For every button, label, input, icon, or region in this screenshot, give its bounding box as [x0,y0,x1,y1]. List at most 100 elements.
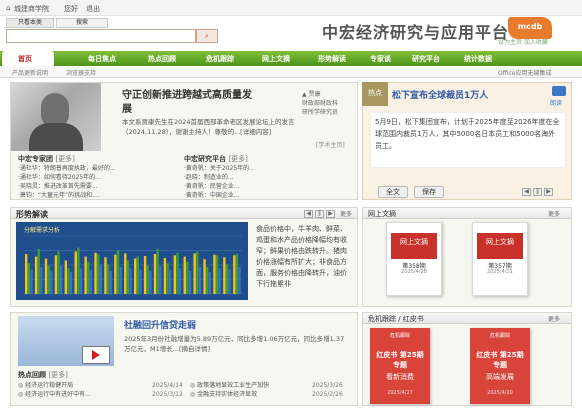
home-icon[interactable]: ⌂ [6,4,10,12]
search-icon[interactable]: ⌕ [196,29,218,43]
chart-bar [60,265,63,294]
chart-bar [37,248,40,294]
expert-more-link[interactable]: [更多] [55,155,74,163]
nav-situation[interactable]: 形势解读 [318,54,346,64]
list-item[interactable]: ·通社华：如何看待2025年的... [18,173,178,182]
chart-bar [156,248,159,294]
feature-title-2[interactable]: 展 [122,100,132,115]
header-sublinks[interactable]: 设为主页 加入收藏 [498,37,548,46]
chart-bar [196,251,199,294]
platform-title: 中宏经济研究与应用平台 [322,23,510,42]
crisis-book-2[interactable]: 危机跟踪 红皮书 第25期 专题 高端发展 2025/4/20 [470,328,530,404]
digest-more-link[interactable]: 更多 [548,209,560,218]
nav-online-digest[interactable]: 网上文摘 [262,54,290,64]
site-link[interactable]: 城建商学院 [14,4,49,14]
chart-bar [89,269,93,294]
chart-bar [206,266,209,294]
hot-more-link[interactable]: [更多] [48,371,67,379]
list-item[interactable]: ◎ 金融支持实体经济显效 2025/2/26 [190,390,350,399]
book-badge: 危机跟踪 [489,333,510,339]
nav-home[interactable]: 首页 [18,54,32,64]
chart-bar [124,253,127,294]
crisis-more-link[interactable]: 更多 [548,314,560,323]
trend-pause-icon[interactable]: ‖ [315,210,324,218]
chart-bar [69,272,73,294]
book-date: 2025/4/20 [487,390,513,396]
chart-bar [143,255,147,294]
trend-chart: 分解需求分析 [16,222,248,300]
list-item[interactable]: ·通社华：特朗普再度执政，最好的... [18,164,178,173]
feature-title[interactable]: 守正创新推进跨越式高质量发 [122,86,252,101]
logout-link[interactable]: 退出 [86,4,100,14]
nav-statistics[interactable]: 统计数据 [464,54,492,64]
crisis-book-1[interactable]: 危机跟踪 红皮书 第25期 专题 看新消费 2025/4/27 [370,328,430,404]
chart-bar [225,264,229,294]
chart-bar [228,269,231,294]
audio-icon[interactable] [552,86,566,96]
read-aloud-label[interactable]: 朗读 [550,98,562,107]
platform-list-title: 中宏研究平台 [更多] [184,155,248,163]
chart-bar [173,255,177,294]
list-item[interactable]: ·黄奇帆：关于2025年的... [184,164,352,173]
chart-bar [139,269,142,294]
list-item[interactable]: ·萧钧：“大童元年”的挑战和.... [18,191,178,200]
trend-more-link[interactable]: 更多 [340,209,352,218]
chart-bar [40,266,43,294]
prev-arrow-icon[interactable]: ◀ [522,188,531,196]
digest-book-1[interactable]: 网上文摘 第358期 2025/4/28 [386,222,442,296]
platform-more-link[interactable]: [更多] [228,155,247,163]
nav-experts[interactable]: 专家谈 [370,54,391,64]
chart-bar [99,264,103,294]
list-item[interactable]: ·吴晓灵：推进改革首先需要... [18,182,178,191]
book-name: 网上文摘 [391,233,437,259]
chart-bar [233,255,236,294]
list-item[interactable]: ·赵晓：制造业的... [184,173,352,182]
save-button[interactable]: 保存 [414,186,444,198]
hot-list-left: ◎ 经济运行稳健开局 2025/4/14 ◎ 经济运行中有进好中有... 2025/… [18,381,183,399]
chart-bar [183,256,186,294]
office-integration-link[interactable]: Office应用无缝集成 [498,68,552,77]
chart-bar [114,254,117,294]
play-icon[interactable] [92,350,100,360]
chart-bar [67,268,70,294]
list-item[interactable]: ◎ 经济运行稳健开局 2025/4/14 [18,381,183,390]
chart-bar [169,269,172,294]
academic-page-link[interactable]: [学术主页] [316,140,345,149]
full-text-button[interactable]: 全文 [378,186,408,198]
feature-author: ▲ 贾康 财政部财政科 研所学研究员 [302,90,356,117]
chart-bar [176,252,179,294]
chart-bar [218,268,221,294]
expert-list: ·通社华：特朗普再度执政，最好的... ·通社华：如何看待2025年的... ·… [18,164,178,200]
nav-crisis-tracking[interactable]: 危机跟踪 [206,54,234,64]
digest-book-2[interactable]: 网上文摘 第357期 2025/4/21 [472,222,528,296]
credit-title[interactable]: 社融回升信贷走弱 [124,318,196,331]
chart-bar [186,261,189,294]
chart-bar [208,272,212,294]
chart-bar [84,256,87,294]
mcdb-logo: mcdb [508,17,552,39]
pause-icon[interactable]: ‖ [533,188,542,196]
search-input[interactable] [6,29,196,43]
update-notes-link[interactable]: 产品更新说明 [12,68,48,77]
chart-bar [47,265,50,294]
chart-bar [215,255,219,294]
list-item[interactable]: ◎ 经济运行中有进好中有... 2025/3/12 [18,390,183,399]
list-item[interactable]: ·黄奇帆：中国企业... [184,191,352,200]
browser-support-link[interactable]: 浏览器支持 [66,68,96,77]
search-tab[interactable]: 搜索 [56,18,108,28]
search-tab-filter[interactable]: 只看本类 [6,18,54,28]
next-arrow-icon[interactable]: ▶ [544,188,553,196]
nav-daily-focus[interactable]: 每日焦点 [88,54,116,64]
chart-bar [50,270,53,294]
trend-prev-icon[interactable]: ◀ [304,210,313,218]
hot-review-title: 热点回顾 [更多] [18,371,68,379]
chart-bar [97,254,100,294]
nav-hot-review[interactable]: 热点回顾 [148,54,176,64]
trend-next-icon[interactable]: ▶ [326,210,335,218]
news-title[interactable]: 松下宣布全球裁员1万人 [392,88,488,101]
main-nav: 首页 每日焦点 热点回顾 危机跟踪 网上文摘 形势解读 专家谈 研究平台 统计数… [0,51,582,66]
list-item[interactable]: ·黄奇帆：民营企业... [184,182,352,191]
list-item[interactable]: ◎ 政策落地显效工业生产加快 2025/3/26 [190,381,350,390]
nav-research[interactable]: 研究平台 [412,54,440,64]
chart-bar [238,266,241,294]
